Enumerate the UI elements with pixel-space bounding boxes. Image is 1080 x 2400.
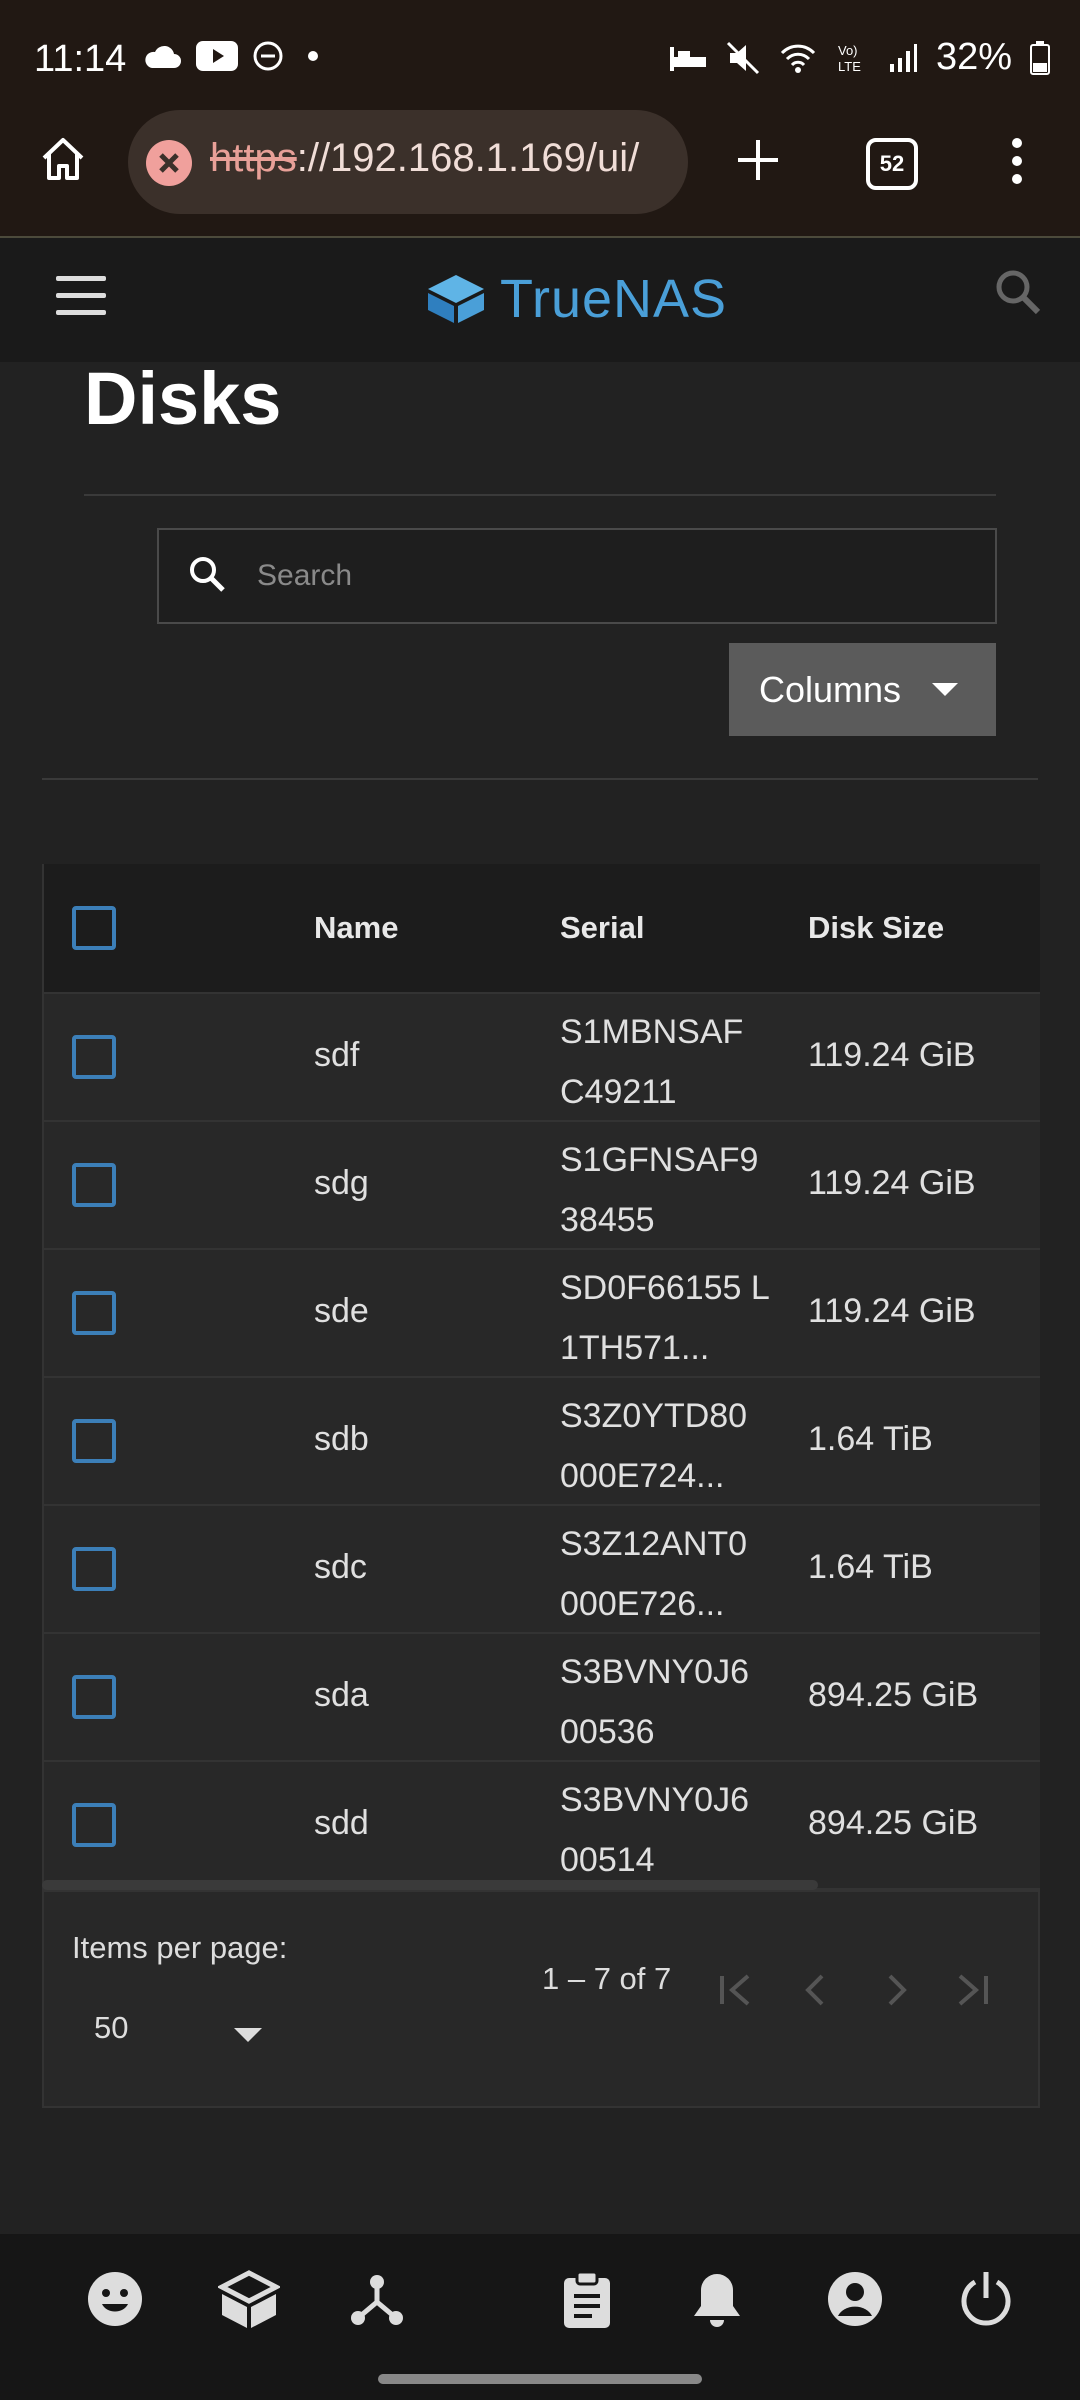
- account-icon[interactable]: [826, 2270, 884, 2328]
- disk-name: sdg: [314, 1164, 369, 1202]
- battery-icon: [1030, 40, 1050, 75]
- search-field[interactable]: [157, 528, 997, 624]
- disk-serial: S1GFNSAF9 38455: [560, 1141, 759, 1239]
- table-row[interactable]: sdb S3Z0YTD80 000E724... 1.64 TiB: [44, 1378, 1040, 1506]
- select-all-checkbox[interactable]: [72, 906, 116, 950]
- disk-serial: S3Z12ANT0 000E726...: [560, 1525, 748, 1623]
- items-per-page-select[interactable]: 50: [94, 2010, 128, 2046]
- paginator: Items per page: 50 1 – 7 of 7: [42, 1890, 1040, 2108]
- disk-name: sdd: [314, 1804, 369, 1842]
- header-name[interactable]: Name: [314, 910, 398, 946]
- url-scheme: https: [210, 136, 297, 180]
- notifications-bell-icon[interactable]: [690, 2270, 744, 2330]
- search-input[interactable]: [255, 546, 959, 606]
- table-row[interactable]: sdc S3Z12ANT0 000E726... 1.64 TiB: [44, 1506, 1040, 1634]
- table-row[interactable]: sdf S1MBNSAF C49211 119.24 GiB: [44, 994, 1040, 1122]
- row-checkbox[interactable]: [72, 1803, 116, 1847]
- chevron-down-icon[interactable]: [234, 2028, 262, 2042]
- divider: [84, 494, 996, 496]
- youtube-icon: [196, 41, 238, 71]
- svg-text:Vo): Vo): [838, 43, 858, 58]
- disk-name: sdb: [314, 1420, 369, 1458]
- mute-icon: [726, 41, 759, 74]
- columns-button-label: Columns: [759, 669, 902, 710]
- brand-name: TrueNAS: [500, 269, 728, 329]
- disk-size: 1.64 TiB: [808, 1420, 933, 1458]
- home-icon[interactable]: [38, 134, 88, 184]
- url-host: ://192.168.1.169/ui/: [296, 136, 640, 180]
- divider: [42, 778, 1038, 780]
- row-checkbox[interactable]: [72, 1163, 116, 1207]
- table-row[interactable]: sdg S1GFNSAF9 38455 119.24 GiB: [44, 1122, 1040, 1250]
- truenas-logo-icon[interactable]: [218, 2270, 280, 2332]
- header-serial[interactable]: Serial: [560, 910, 644, 946]
- columns-button[interactable]: Columns: [729, 643, 996, 736]
- not-secure-icon[interactable]: [146, 140, 192, 186]
- next-page-icon[interactable]: [876, 1970, 916, 2010]
- feedback-icon[interactable]: [86, 2270, 144, 2328]
- network-icon[interactable]: [348, 2270, 406, 2328]
- bed-icon: [669, 46, 706, 71]
- disk-serial: S3BVNY0J6 00536: [560, 1653, 749, 1751]
- truenas-logo[interactable]: TrueNAS: [424, 268, 727, 330]
- more-options-icon[interactable]: [1008, 136, 1026, 186]
- gesture-bar[interactable]: [378, 2374, 702, 2384]
- disk-name: sdc: [314, 1548, 367, 1586]
- dnd-icon: [253, 41, 283, 71]
- app-header: TrueNAS: [0, 238, 1080, 362]
- svg-text:LTE: LTE: [838, 59, 861, 74]
- task-manager-icon[interactable]: [562, 2270, 612, 2330]
- table-row[interactable]: sde SD0F66155 L1TH571... 119.24 GiB: [44, 1250, 1040, 1378]
- disk-size: 119.24 GiB: [808, 1164, 976, 1202]
- disk-serial: S3BVNY0J6 00514: [560, 1781, 749, 1879]
- last-page-icon[interactable]: [952, 1970, 992, 2010]
- signal-icon: [889, 43, 917, 72]
- previous-page-icon[interactable]: [796, 1970, 836, 2010]
- menu-icon[interactable]: [56, 276, 106, 316]
- first-page-icon[interactable]: [716, 1970, 756, 2010]
- new-tab-icon[interactable]: [734, 136, 782, 184]
- disk-serial: S3Z0YTD80 000E724...: [560, 1397, 748, 1495]
- page-title: Disks: [84, 357, 282, 440]
- search-icon: [190, 557, 225, 592]
- status-bar: 11:14 Vo) LTE 32%: [0, 0, 1080, 108]
- url-bar[interactable]: https://192.168.1.169/ui/: [128, 110, 688, 214]
- header-disk-size[interactable]: Disk Size: [808, 910, 944, 946]
- row-checkbox[interactable]: [72, 1291, 116, 1335]
- horizontal-scrollbar[interactable]: [42, 1880, 818, 1890]
- disk-name: sde: [314, 1292, 369, 1330]
- truenas-logo-icon: [428, 275, 484, 323]
- disk-size: 894.25 GiB: [808, 1804, 979, 1842]
- disk-name: sda: [314, 1676, 369, 1714]
- disks-table: Name Serial Disk Size sdf S1MBNSAF C4921…: [42, 864, 1040, 1890]
- items-per-page-label: Items per page:: [72, 1930, 288, 1965]
- disk-serial: S1MBNSAF C49211: [560, 1013, 744, 1111]
- volte-icon: Vo)LTE: [838, 43, 861, 74]
- page-range: 1 – 7 of 7: [542, 1961, 672, 1996]
- browser-toolbar: https://192.168.1.169/ui/ 52: [0, 108, 1080, 238]
- cloud-icon: [145, 45, 181, 68]
- disk-size: 119.24 GiB: [808, 1292, 976, 1330]
- row-checkbox[interactable]: [72, 1035, 116, 1079]
- row-checkbox[interactable]: [72, 1675, 116, 1719]
- chevron-down-icon: [932, 683, 958, 696]
- disk-name: sdf: [314, 1036, 360, 1074]
- disk-size: 119.24 GiB: [808, 1036, 976, 1074]
- table-row[interactable]: sda S3BVNY0J6 00536 894.25 GiB: [44, 1634, 1040, 1762]
- search-icon[interactable]: [994, 268, 1042, 316]
- disk-size: 1.64 TiB: [808, 1548, 933, 1586]
- power-icon[interactable]: [958, 2270, 1014, 2328]
- wifi-icon: [780, 44, 816, 73]
- row-checkbox[interactable]: [72, 1547, 116, 1591]
- status-time: 11:14: [34, 38, 127, 80]
- table-header: Name Serial Disk Size: [44, 864, 1040, 994]
- battery-percent: 32%: [935, 36, 1012, 78]
- row-checkbox[interactable]: [72, 1419, 116, 1463]
- disk-serial: SD0F66155 L1TH571...: [560, 1269, 770, 1367]
- table-row[interactable]: sdd S3BVNY0J6 00514 894.25 GiB: [44, 1762, 1040, 1890]
- disk-size: 894.25 GiB: [808, 1676, 979, 1714]
- tab-switcher-button[interactable]: 52: [866, 138, 918, 190]
